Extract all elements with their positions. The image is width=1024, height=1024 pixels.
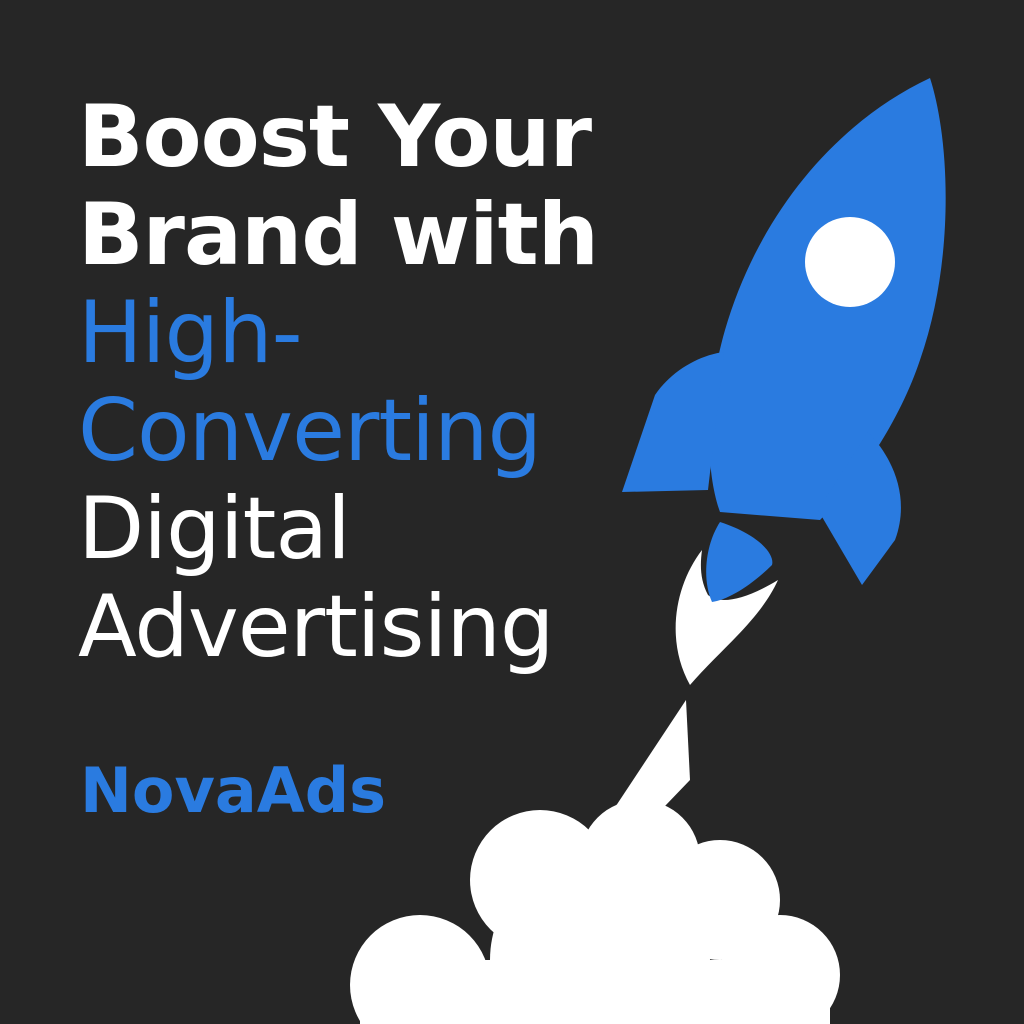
headline-line-3: High- <box>78 283 303 383</box>
brand-name: NovaAds <box>80 754 387 827</box>
headline-line-4: Converting <box>78 381 542 481</box>
headline-line-5: Digital <box>78 479 351 579</box>
headline-line-1: Boost Your <box>78 87 592 187</box>
headline-line-2: Brand with <box>78 185 599 285</box>
exhaust-flame-icon <box>675 522 778 685</box>
rocket-icon <box>622 78 946 585</box>
headline-line-6: Advertising <box>78 577 554 677</box>
headline: Boost Your Brand with High- Converting D… <box>78 87 599 677</box>
smoke-cloud-icon <box>350 700 840 1024</box>
porthole-icon <box>805 217 895 307</box>
ad-banner: Boost Your Brand with High- Converting D… <box>0 0 1024 1024</box>
